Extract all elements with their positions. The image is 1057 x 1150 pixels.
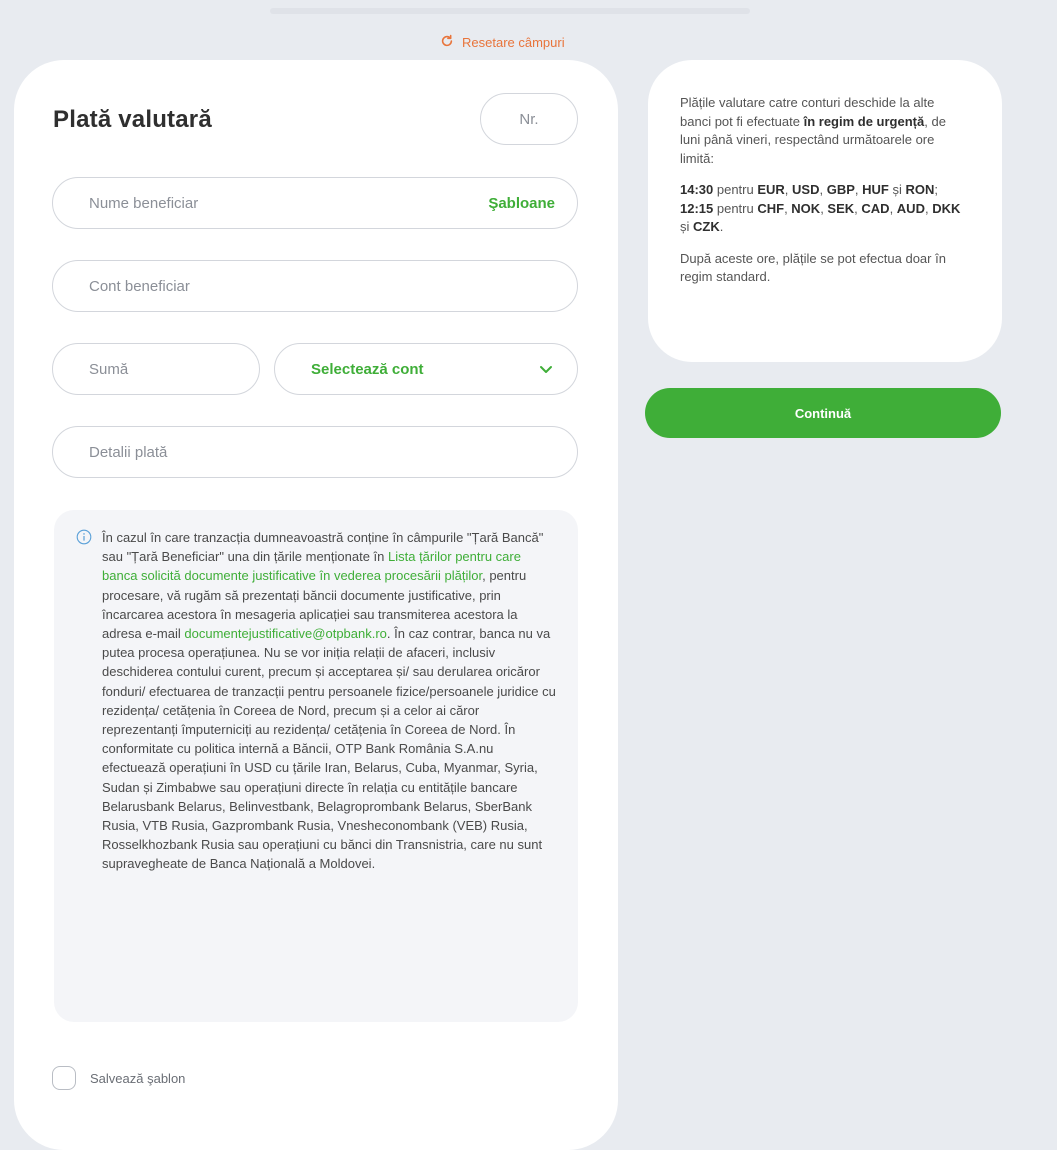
reset-fields-label: Resetare câmpuri — [462, 35, 565, 50]
payment-details-placeholder: Detalii plată — [89, 443, 168, 461]
payment-form-card: Plată valutară Nr. Nume beneficiar Şablo… — [14, 60, 618, 1150]
reset-fields-button[interactable]: Resetare câmpuri — [440, 34, 565, 51]
currency: USD — [792, 182, 820, 197]
number-field[interactable]: Nr. — [480, 93, 578, 145]
currency: CZK — [693, 219, 720, 234]
info-paragraph-cutoffs: 14:30 pentru EUR, USD, GBP, HUF și RON; … — [680, 181, 968, 237]
info-paragraph-urgent: Plățile valutare catre conturi deschide … — [680, 94, 968, 168]
cutoff-time-1: 14:30 — [680, 182, 714, 197]
email-link[interactable]: documentejustificative@otpbank.ro — [184, 626, 387, 641]
payment-details-field[interactable]: Detalii plată — [52, 426, 578, 478]
currency: GBP — [826, 182, 855, 197]
number-placeholder: Nr. — [519, 110, 539, 128]
currency: RON — [905, 182, 935, 197]
page-title: Plată valutară — [53, 106, 212, 133]
notice-text-end: . În caz contrar, banca nu va putea proc… — [102, 626, 556, 872]
currency: CHF — [757, 200, 785, 216]
amount-field[interactable]: Sumă — [52, 343, 260, 395]
save-template-label: Salvează şablon — [90, 1070, 186, 1086]
currency: HUF — [862, 182, 889, 197]
separator: , — [889, 200, 897, 216]
beneficiary-name-placeholder: Nume beneficiar — [89, 194, 199, 212]
currency: AUD — [896, 200, 925, 216]
currency: DKK — [932, 200, 961, 216]
info-text-bold: în regim de urgență — [803, 113, 925, 129]
compliance-notice: În cazul în care tranzacția dumneavoastr… — [54, 510, 578, 1022]
currency: NOK — [791, 200, 821, 216]
beneficiary-account-field[interactable]: Cont beneficiar — [52, 260, 578, 312]
refresh-icon — [440, 34, 454, 51]
save-template-checkbox[interactable] — [52, 1066, 76, 1090]
continue-button[interactable]: Continuă — [645, 388, 1001, 438]
templates-link[interactable]: Şabloane — [488, 195, 555, 212]
separator: . — [719, 219, 724, 234]
select-account-label: Selectează cont — [311, 360, 424, 378]
separator: , — [784, 182, 793, 197]
cutoff-time-2: 12:15 — [680, 200, 714, 216]
info-panel: Plățile valutare catre conturi deschide … — [648, 60, 1002, 362]
currency: CAD — [861, 200, 890, 216]
top-divider — [270, 8, 750, 14]
info-paragraph-standard: După aceste ore, plățile se pot efectua … — [680, 250, 946, 285]
currency: EUR — [757, 182, 785, 197]
separator: și — [888, 182, 906, 197]
beneficiary-account-placeholder: Cont beneficiar — [89, 277, 190, 295]
info-text: pentru — [713, 200, 758, 216]
save-template-row[interactable]: Salvează şablon — [52, 1066, 185, 1090]
info-text: pentru — [713, 182, 758, 197]
separator: , — [819, 182, 827, 197]
info-icon — [76, 529, 92, 545]
chevron-down-icon — [537, 360, 555, 378]
amount-placeholder: Sumă — [89, 360, 129, 378]
separator: și — [680, 219, 693, 234]
select-account-dropdown[interactable]: Selectează cont — [274, 343, 578, 395]
currency: SEK — [827, 200, 855, 216]
beneficiary-name-field[interactable]: Nume beneficiar Şabloane — [52, 177, 578, 229]
separator: ; — [934, 182, 938, 197]
